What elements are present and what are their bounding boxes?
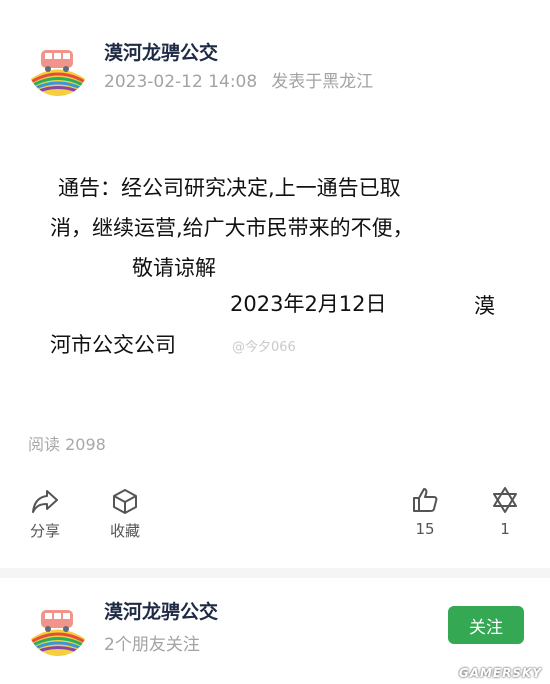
like-button[interactable]: 15 (390, 486, 460, 538)
source-watermark: GAMERSKY (458, 666, 542, 680)
profile-avatar[interactable] (28, 596, 88, 656)
favorite-label: 收藏 (109, 522, 140, 540)
post-text-line-4: 漠 (474, 294, 495, 318)
reaction-count: 1 (500, 520, 510, 538)
post-text-date: 2023年2月12日 (230, 292, 387, 316)
image-watermark: @今夕066 (232, 340, 296, 355)
author-name[interactable]: 漠河龙骋公交 (104, 38, 218, 65)
box-icon (113, 489, 137, 514)
post-timestamp: 2023-02-12 14:08 (104, 72, 258, 92)
post-text-line-1: 通告：经公司研究决定,上一通告已取 (58, 176, 401, 200)
post-meta: 2023-02-12 14:08 发表于黑龙江 (104, 67, 373, 92)
reaction-button[interactable]: 1 (470, 486, 540, 538)
thumbs-up-icon (413, 488, 438, 512)
post-text-line-5: 河市公交公司 (50, 333, 176, 357)
author-avatar[interactable] (28, 36, 88, 96)
read-count: 阅读 2098 (28, 435, 106, 454)
share-label: 分享 (29, 522, 60, 540)
bus-logo-icon (28, 596, 88, 656)
star-of-david-icon (493, 487, 517, 513)
post-text-line-2: 消，继续运营,给广大市民带来的不便， (50, 216, 414, 240)
share-icon (32, 490, 58, 513)
follow-button[interactable]: 关注 (448, 606, 524, 644)
post-card: 漠河龙骋公交 2023-02-12 14:08 发表于黑龙江 通告：经公司研究决定… (0, 0, 550, 568)
profile-name[interactable]: 漠河龙骋公交 (104, 597, 218, 624)
profile-followers: 2个朋友关注 (104, 635, 200, 655)
post-text-line-3: 敬请谅解 (132, 256, 216, 280)
like-count: 15 (415, 520, 435, 538)
share-button[interactable]: 分享 (10, 488, 80, 541)
bus-logo-icon (28, 36, 88, 96)
post-location: 发表于黑龙江 (271, 72, 374, 92)
favorite-button[interactable]: 收藏 (90, 488, 160, 541)
